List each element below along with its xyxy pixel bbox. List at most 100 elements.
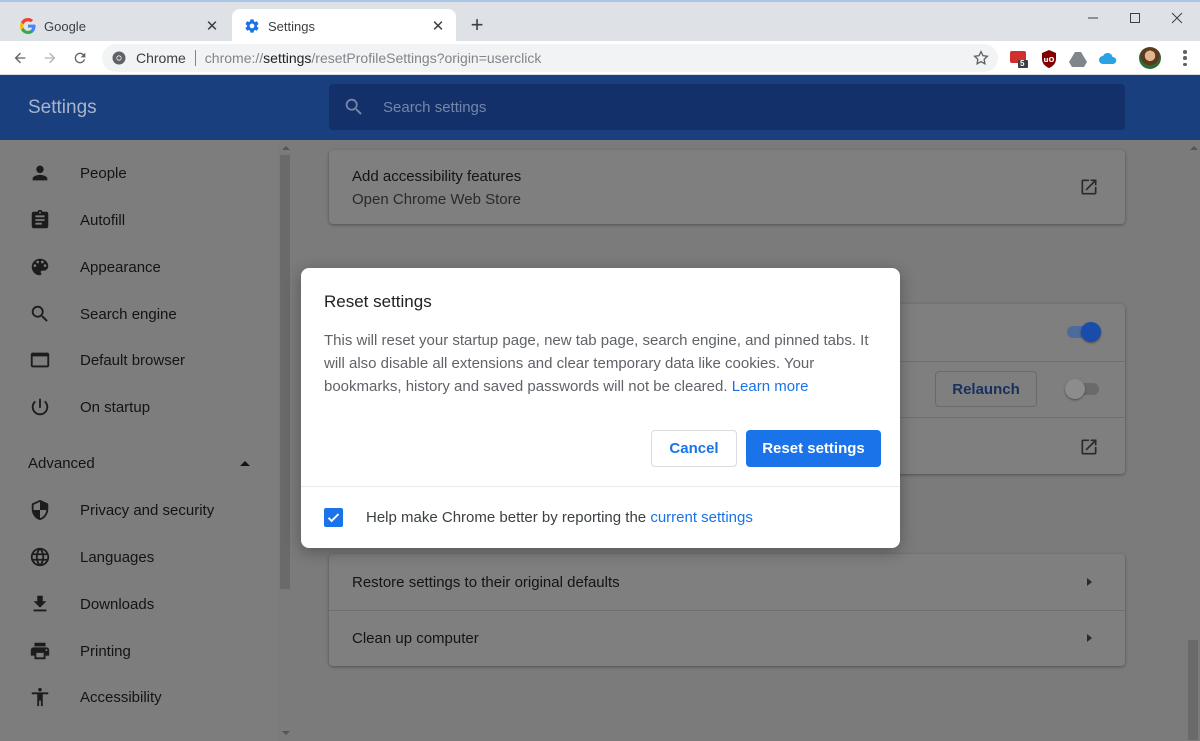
tab-strip: Google ✕ Settings ✕ + <box>0 0 1200 43</box>
sidebar-item-label: Autofill <box>80 211 126 229</box>
sidebar-advanced-toggle[interactable]: Advanced <box>28 455 95 472</box>
sidebar-item-label: On startup <box>80 398 151 416</box>
settings-search-field[interactable]: Search settings <box>329 84 1125 130</box>
dialog-title: Reset settings <box>324 292 432 311</box>
sidebar-item-label: Appearance <box>80 258 161 276</box>
address-bar[interactable]: Chrome chrome://settings/resetProfileSet… <box>102 44 998 72</box>
download-icon <box>28 592 52 616</box>
tab-google[interactable]: Google ✕ <box>8 9 230 43</box>
chevron-up-icon[interactable] <box>240 461 250 466</box>
sidebar-item-languages[interactable]: Languages <box>0 537 278 577</box>
clean-up-computer-row[interactable]: Clean up computer <box>329 611 1125 666</box>
drive-extension-icon[interactable] <box>1069 50 1087 68</box>
google-g-icon <box>20 18 36 34</box>
sidebar-item-label: Languages <box>80 548 155 566</box>
forward-arrow-icon[interactable] <box>37 45 63 71</box>
shield-icon <box>28 498 52 522</box>
restore-defaults-label: Restore settings to their original defau… <box>352 574 620 591</box>
omnibox-separator <box>194 50 196 66</box>
sidebar-item-default-browser[interactable]: Default browser <box>0 340 278 380</box>
profile-avatar[interactable] <box>1139 47 1161 69</box>
new-tab-plus-icon[interactable]: + <box>466 14 488 37</box>
sidebar-item-people[interactable]: People <box>0 153 278 193</box>
bookmark-star-icon[interactable] <box>972 49 990 67</box>
reset-card: Restore settings to their original defau… <box>329 554 1125 666</box>
accessibility-icon <box>28 685 52 709</box>
printer-icon <box>28 639 52 663</box>
sidebar-item-accessibility[interactable]: Accessibility <box>0 677 278 717</box>
close-tab-icon[interactable]: ✕ <box>202 16 222 36</box>
sidebar-item-search-engine[interactable]: Search engine <box>0 294 278 334</box>
chrome-site-icon <box>112 51 126 65</box>
dialog-footer: Help make Chrome better by reporting the… <box>301 486 900 548</box>
scroll-up-arrow-icon[interactable] <box>282 146 290 150</box>
chevron-right-icon <box>1087 578 1092 586</box>
reset-settings-button[interactable]: Reset settings <box>746 430 881 467</box>
site-chip-label: Chrome <box>136 50 186 66</box>
add-accessibility-title: Add accessibility features <box>352 168 522 185</box>
toggle-knob <box>1081 322 1101 342</box>
footer-text: Help make Chrome better by reporting the… <box>366 509 753 526</box>
extension-badge: 5 <box>1020 59 1025 68</box>
hardware-acceleration-toggle[interactable] <box>1065 322 1101 342</box>
background-apps-toggle[interactable] <box>1065 379 1101 399</box>
search-placeholder: Search settings <box>383 98 487 116</box>
url-host: settings <box>263 50 312 66</box>
chrome-menu-icon[interactable] <box>1176 49 1194 67</box>
browser-window-icon <box>28 348 52 372</box>
ublock-shield-icon[interactable]: uO <box>1040 50 1058 68</box>
minimize-window-icon[interactable] <box>1070 2 1116 34</box>
settings-gear-icon <box>244 18 260 34</box>
scroll-up-arrow-icon[interactable] <box>1190 146 1198 150</box>
accessibility-card[interactable]: Add accessibility features Open Chrome W… <box>329 150 1125 224</box>
sidebar-item-label: People <box>80 164 127 182</box>
globe-icon <box>28 545 52 569</box>
current-settings-link[interactable]: current settings <box>650 509 753 526</box>
relaunch-button[interactable]: Relaunch <box>935 371 1037 407</box>
learn-more-link[interactable]: Learn more <box>732 378 809 395</box>
palette-icon <box>28 255 52 279</box>
tab-settings[interactable]: Settings ✕ <box>232 9 456 43</box>
web-store-subtitle: Open Chrome Web Store <box>352 191 521 208</box>
browser-toolbar: Chrome chrome://settings/resetProfileSet… <box>0 41 1200 75</box>
settings-sidebar: People Autofill Appearance Search engine… <box>0 140 278 741</box>
reload-icon[interactable] <box>67 45 93 71</box>
url-path: /resetProfileSettings?origin=userclick <box>311 50 542 66</box>
open-external-icon[interactable] <box>1079 437 1099 457</box>
sidebar-item-autofill[interactable]: Autofill <box>0 200 278 240</box>
close-window-icon[interactable] <box>1154 2 1200 34</box>
cancel-button[interactable]: Cancel <box>651 430 737 467</box>
search-icon <box>28 302 52 326</box>
sidebar-item-label: Downloads <box>80 595 155 613</box>
sidebar-scrollbar-thumb[interactable] <box>280 155 290 589</box>
sidebar-item-appearance[interactable]: Appearance <box>0 247 278 287</box>
person-icon <box>28 161 52 185</box>
settings-header: Settings Search settings <box>0 75 1200 140</box>
sidebar-item-printing[interactable]: Printing <box>0 631 278 671</box>
close-tab-icon[interactable]: ✕ <box>428 16 448 36</box>
main-scrollbar-thumb[interactable] <box>1188 640 1198 740</box>
reset-settings-dialog: Reset settings This will reset your star… <box>301 268 900 548</box>
chevron-right-icon <box>1087 634 1092 642</box>
report-settings-checkbox[interactable] <box>324 508 343 527</box>
sidebar-item-on-startup[interactable]: On startup <box>0 387 278 427</box>
todo-extension-icon[interactable]: 5 <box>1010 50 1028 68</box>
back-arrow-icon[interactable] <box>7 45 33 71</box>
sidebar-item-downloads[interactable]: Downloads <box>0 584 278 624</box>
tab-title: Google <box>44 18 86 34</box>
footer-label: Help make Chrome better by reporting the <box>366 509 647 526</box>
cloud-extension-icon[interactable] <box>1099 50 1117 68</box>
restore-defaults-row[interactable]: Restore settings to their original defau… <box>329 554 1125 610</box>
sidebar-item-label: Search engine <box>80 305 177 323</box>
checkmark-icon <box>327 513 340 523</box>
open-external-icon[interactable] <box>1079 177 1099 197</box>
power-icon <box>28 395 52 419</box>
tab-title: Settings <box>268 18 315 34</box>
sidebar-item-label: Privacy and security <box>80 501 215 519</box>
url-scheme: chrome:// <box>204 50 264 66</box>
clean-up-label: Clean up computer <box>352 630 479 647</box>
scroll-down-arrow-icon[interactable] <box>282 731 290 735</box>
maximize-window-icon[interactable] <box>1112 2 1158 34</box>
sidebar-item-privacy[interactable]: Privacy and security <box>0 490 278 530</box>
toggle-knob <box>1065 379 1085 399</box>
